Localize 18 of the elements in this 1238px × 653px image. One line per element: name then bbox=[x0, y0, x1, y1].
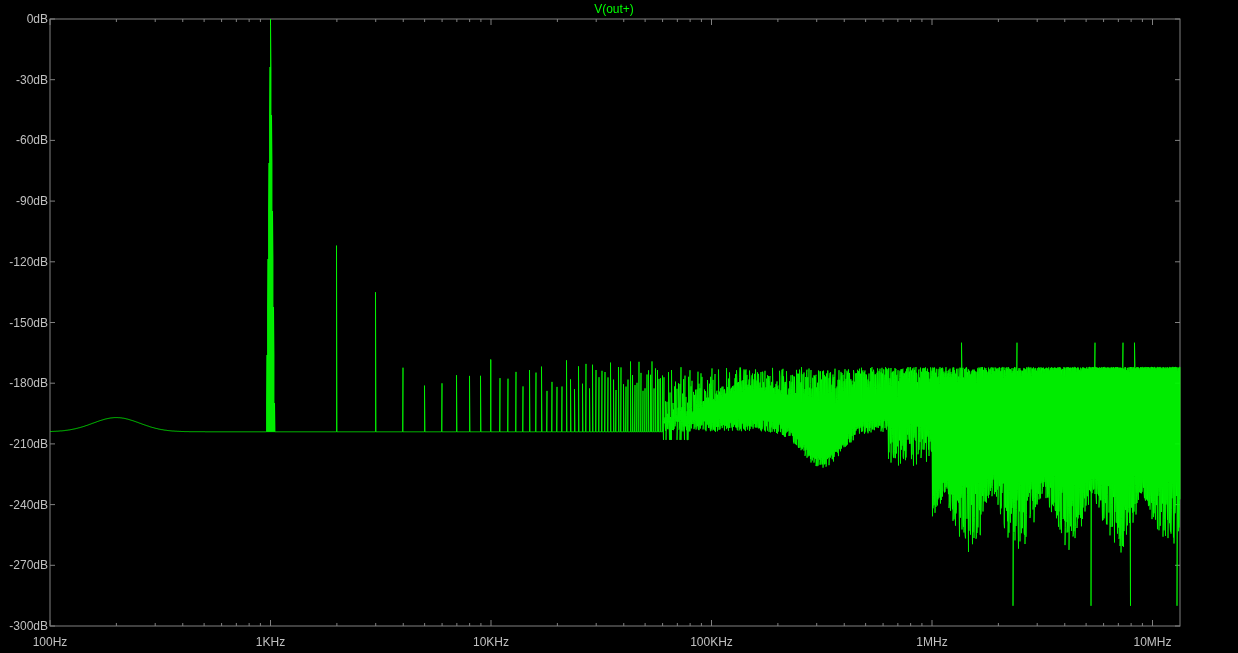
y-axis-label: -150dB bbox=[9, 315, 48, 330]
y-axis-label: -210dB bbox=[9, 436, 48, 451]
x-axis-label: 1MHz bbox=[916, 635, 948, 649]
y-axis-label: -60dB bbox=[15, 133, 48, 148]
y-axis-label: -180dB bbox=[9, 376, 48, 391]
x-axis-label: 10KHz bbox=[473, 635, 509, 649]
y-axis-label: -120dB bbox=[9, 254, 48, 269]
y-axis-label: -90dB bbox=[15, 194, 48, 209]
x-axis-label: 100KHz bbox=[690, 635, 733, 649]
x-axis-label: 100Hz bbox=[32, 635, 68, 649]
plot-title: V(out+) bbox=[594, 2, 634, 16]
x-axis-label: 1KHz bbox=[255, 635, 286, 649]
y-axis-label: -30dB bbox=[15, 72, 48, 87]
y-axis-label: 0dB bbox=[26, 12, 48, 26]
x-axis-label: 10MHz bbox=[1133, 635, 1172, 649]
y-axis-label: -300dB bbox=[9, 619, 48, 633]
y-axis-label: -240dB bbox=[9, 497, 48, 512]
y-axis-label: -270dB bbox=[9, 558, 48, 573]
